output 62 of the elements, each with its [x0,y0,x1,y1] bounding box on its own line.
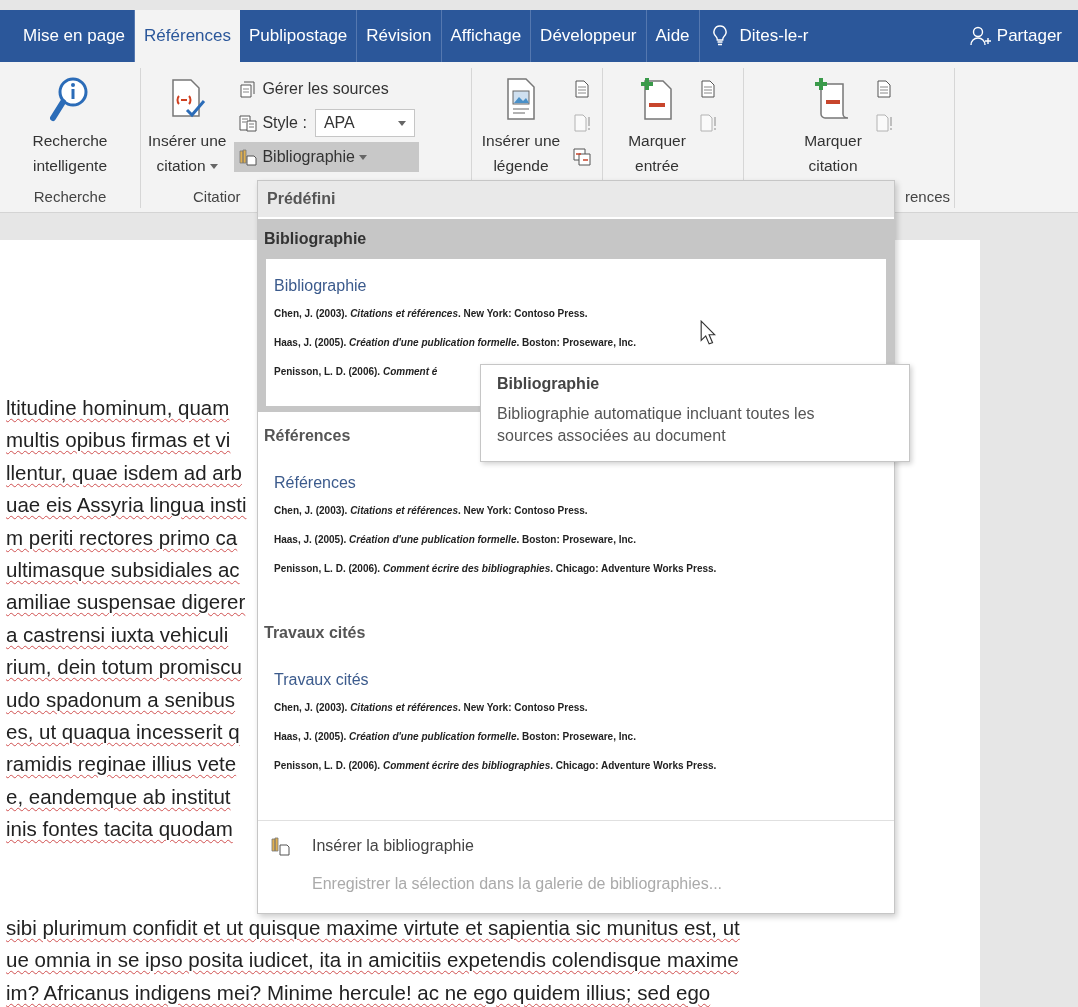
document-text-line: a castrensi iuxta vehiculi [5,621,229,648]
document-text-line: sibi plurimum confidit et ut quisque maxime virtute et sapientia sic munitus est, ut [5,914,740,941]
search-icon [50,76,90,122]
document-text-line: llentur, quae isdem ad arb [5,459,242,486]
group-label: Citatior [193,187,241,207]
document-exclamation-icon [873,113,894,133]
books-page-icon [238,147,259,167]
share-button[interactable]: Partager [969,10,1062,62]
preview-entry: Penisson, L. D. (2006). Comment é [274,365,438,379]
preview-entry: Haas, J. (2005). Création d'une publication formelle. Boston: Proseware, Inc. [274,730,636,744]
preview-heading: Références [274,474,356,492]
group-label: Recherche [33,187,107,207]
document-text-line: amiliae suspensae digerer [5,589,246,616]
caret-icon [209,164,218,170]
preview-entry: Penisson, L. D. (2006). Comment écrire des bibliographies. Chicago: Adventure Works Press. [274,759,717,773]
preview-heading: Travaux cités [274,671,369,689]
document-text-line: ultimasque subsidiales ac [5,557,240,584]
tooltip-text: Bibliographie automatique incluant toutes les sources associées au document [497,404,816,446]
document-text-line: uae eis Assyria lingua insti [5,492,247,519]
menu-item[interactable]: Insérer la bibliographie [258,827,894,865]
gallery-item-title: Bibliographie [263,229,367,249]
preview-entry: Chen, J. (2003). Citations et références. New York: Contoso Press. [274,307,588,321]
document-text-line: ue omnia in se ipso posita iudicet, ita in amicitiis expetendis colendisque maxime [5,947,739,974]
ribbon-tab[interactable]: Références [135,10,240,62]
document-text-line: ltitudine hominum, quam [5,395,230,421]
caret-icon [358,154,367,160]
style-icon [238,113,259,133]
mouse-pointer-icon [700,320,716,345]
document-exclamation-icon [697,113,718,133]
bibliography-button[interactable]: Bibliographie [234,142,419,172]
preview-entry: Chen, J. (2003). Citations et références. New York: Contoso Press. [274,504,588,518]
preview-heading: Bibliographie [274,277,367,295]
tooltip-title: Bibliographie [497,375,601,393]
caret-icon [397,120,406,126]
group-label: rences [904,187,950,207]
document-exclamation-icon [572,113,593,133]
cross-reference-icon [572,147,593,167]
style-dropdown[interactable]: APA [314,109,415,137]
preview-entry: Haas, J. (2005). Création d'une publication formelle. Boston: Proseware, Inc. [274,533,636,547]
preview-entry: Penisson, L. D. (2006). Comment écrire des bibliographies. Chicago: Adventure Works Press. [274,562,717,576]
person-icon [969,26,992,46]
ribbon-button[interactable]: Insérer une citation [144,68,231,186]
document-text-line: e, eandemque ab institut [5,783,231,810]
document-text-line: inis fontes tacita quodam [5,816,233,843]
gallery-header: Prédéfini [258,181,894,217]
ribbon-button[interactable]: Recherche intelligente [28,68,112,186]
document-text-line: m periti rectores primo ca [5,524,238,551]
books-page-icon [270,835,292,857]
document-text-line: ramidis reginae illius vete [5,751,237,778]
preview-entry: Haas, J. (2005). Création d'une publication formelle. Boston: Proseware, Inc. [274,336,636,350]
manage-sources-button[interactable]: Gérer les sources [234,74,419,104]
document-text-line: rium, dein totum promiscu [5,654,242,681]
document-text-line: es, ut quaqua incesserit q [5,719,240,746]
document-text-line: multis opibus firmas et vi [5,427,231,454]
gallery-item-title[interactable]: Références [261,416,351,456]
document-text-line: im? Africanus indigens mei? Minime hercule! ac ne ego quidem illius; sed ego [5,979,711,1006]
lightbulb-icon[interactable] [711,25,728,47]
preview-entry: Chen, J. (2003). Citations et références. New York: Contoso Press. [274,701,588,715]
tell-me-field[interactable]: Dites-le-r [739,10,809,62]
gallery-item-title[interactable]: Travaux cités [261,613,366,653]
style-label: Style : [262,114,307,132]
document-text-line: udo spadonum a senibus [5,686,236,713]
